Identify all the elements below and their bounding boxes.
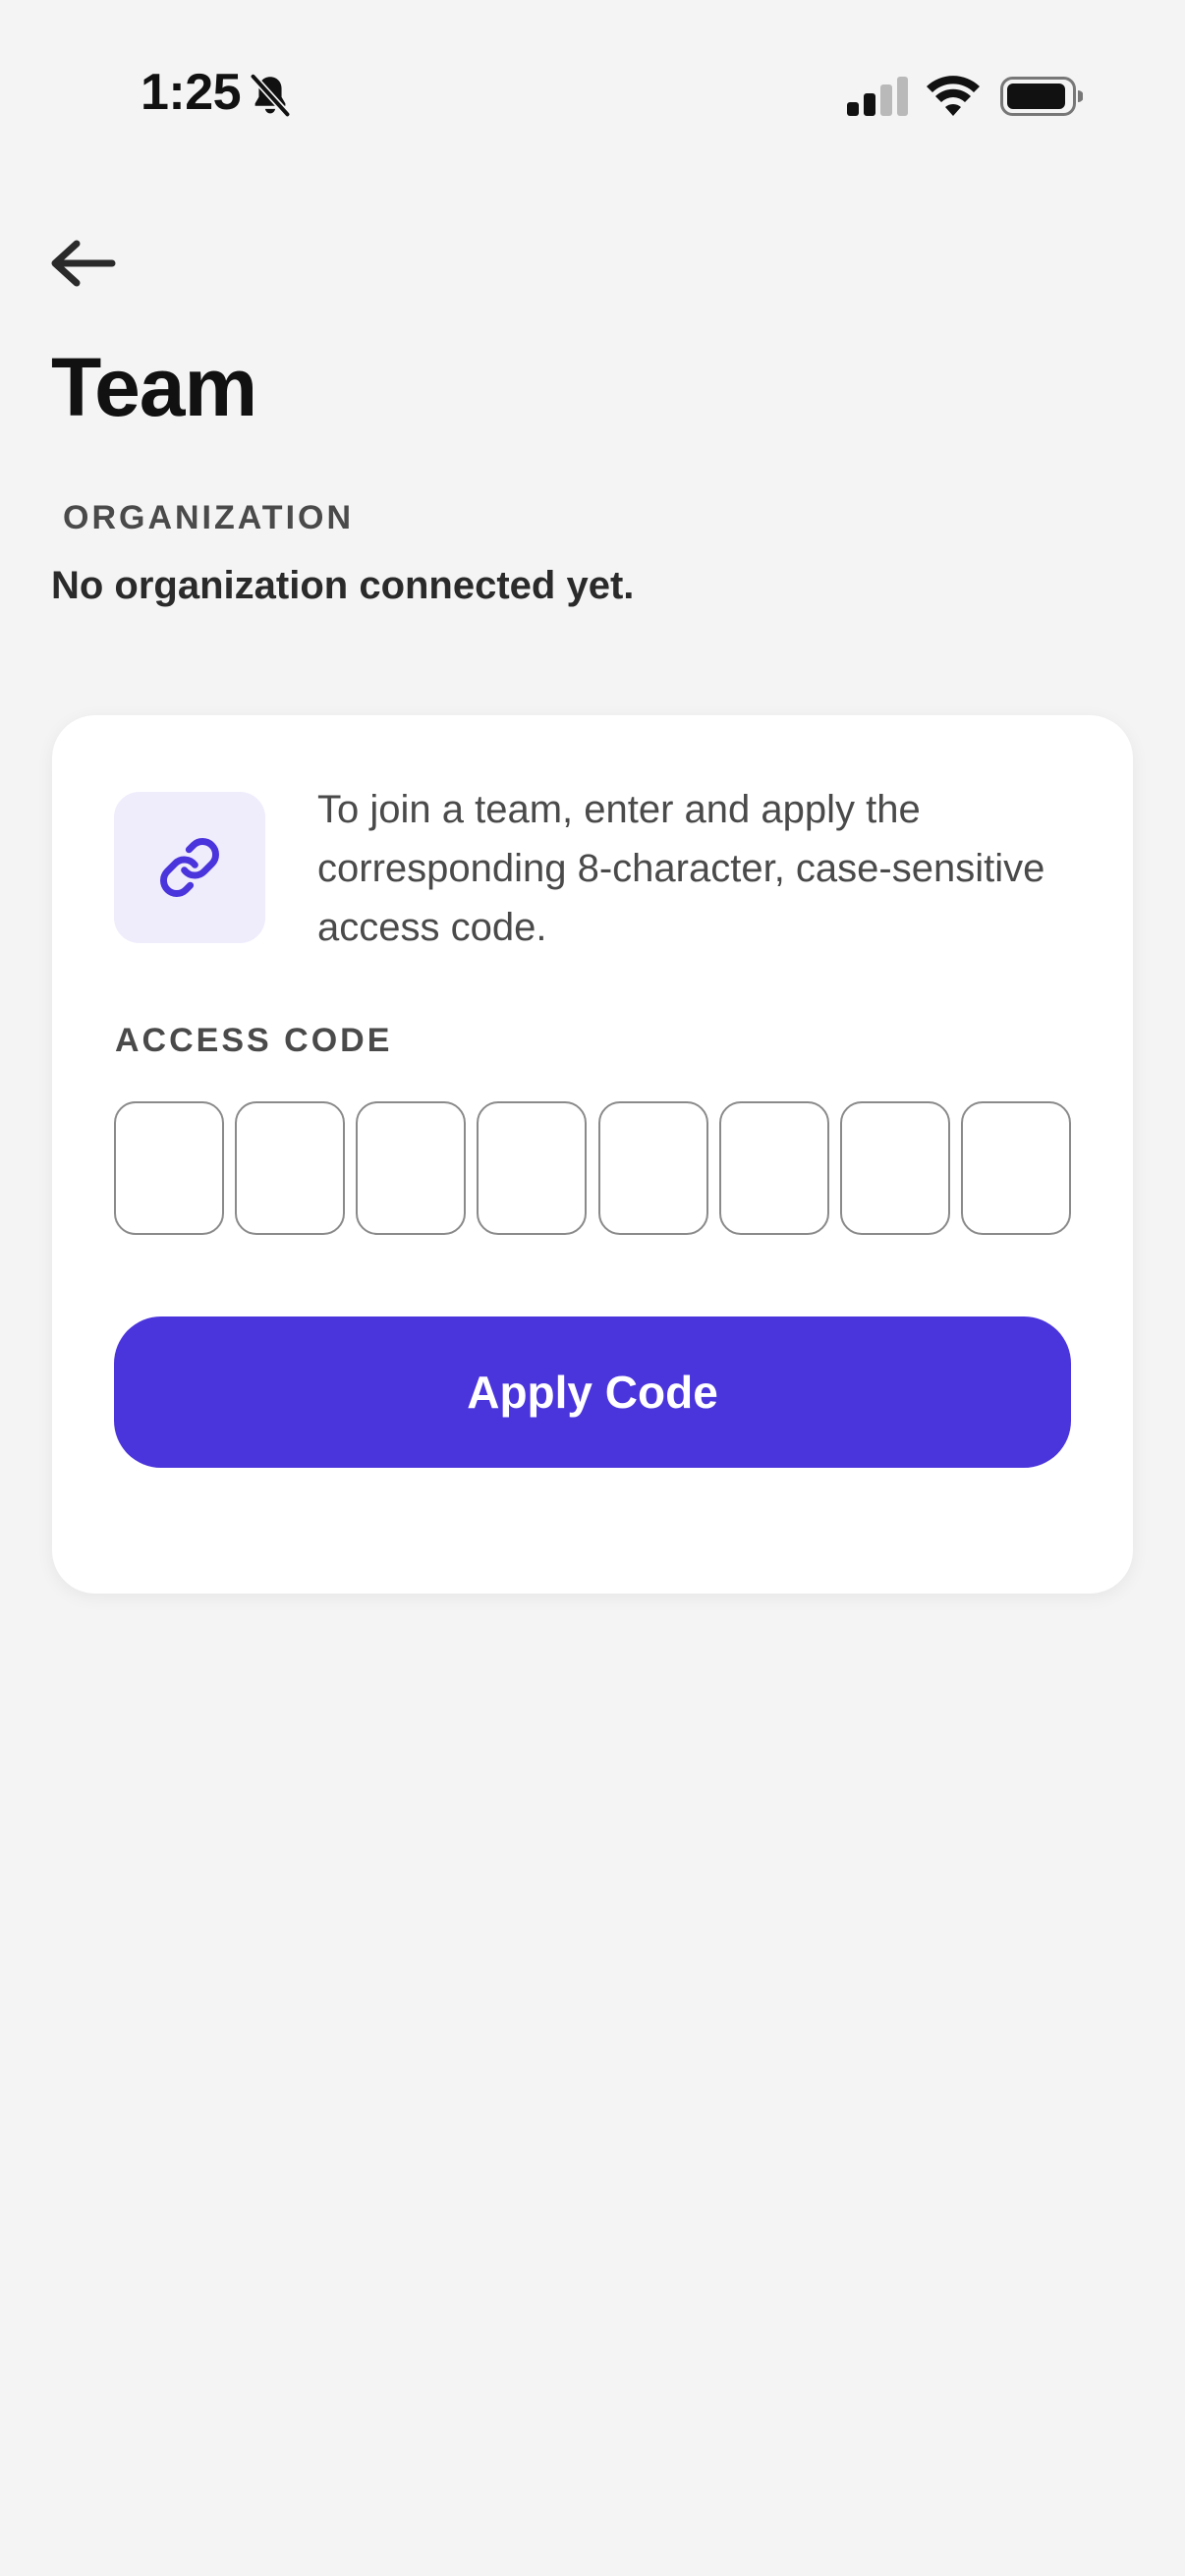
code-digit-2[interactable] xyxy=(235,1101,346,1235)
code-digit-4[interactable] xyxy=(477,1101,588,1235)
signal-icon xyxy=(847,77,908,116)
status-bar: 1:25 xyxy=(0,0,1185,196)
access-code-input xyxy=(114,1101,1071,1239)
link-icon xyxy=(160,838,219,897)
access-code-label: ACCESS CODE xyxy=(115,1022,393,1059)
code-digit-1[interactable] xyxy=(114,1101,224,1235)
link-icon-tile xyxy=(114,792,265,943)
page-title: Team xyxy=(51,341,257,433)
code-digit-7[interactable] xyxy=(839,1101,950,1235)
organization-status: No organization connected yet. xyxy=(51,564,635,607)
wifi-icon xyxy=(927,76,980,116)
arrow-left-icon xyxy=(51,240,116,287)
code-digit-3[interactable] xyxy=(356,1101,467,1235)
battery-icon xyxy=(1000,77,1083,116)
join-instructions: To join a team, enter and apply the corr… xyxy=(317,788,1045,949)
code-digit-8[interactable] xyxy=(960,1101,1071,1235)
status-time: 1:25 xyxy=(141,64,242,121)
join-team-card: To join a team, enter and apply the corr… xyxy=(52,715,1133,1594)
code-digit-5[interactable] xyxy=(597,1101,708,1235)
apply-code-button[interactable]: Apply Code xyxy=(114,1316,1071,1468)
code-digit-6[interactable] xyxy=(718,1101,829,1235)
organization-label: ORGANIZATION xyxy=(63,499,355,536)
back-button[interactable] xyxy=(45,232,120,295)
bell-off-icon xyxy=(250,74,291,117)
